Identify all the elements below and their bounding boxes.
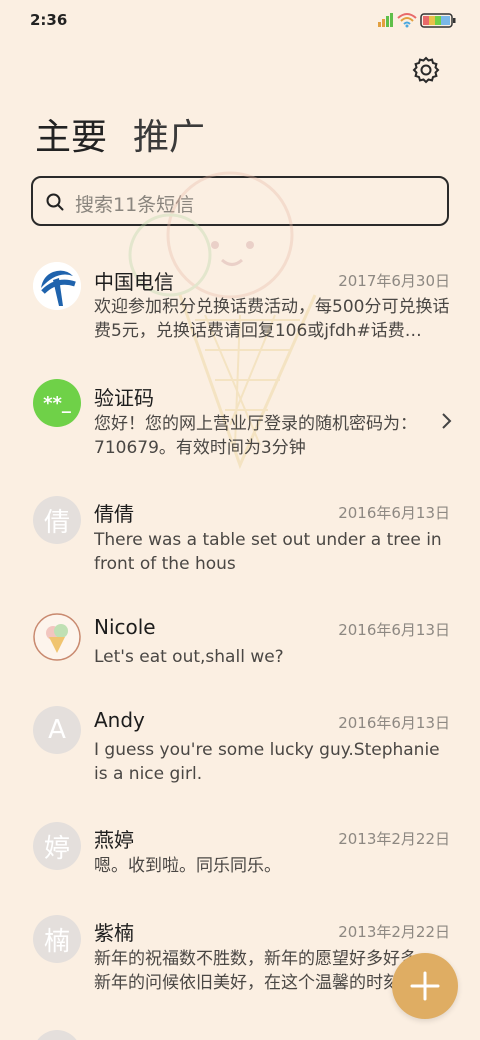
contact-name: 中国电信	[94, 270, 174, 294]
wifi-icon	[397, 13, 417, 28]
tab-primary[interactable]: 主要	[35, 108, 107, 160]
avatar: 婷	[33, 822, 81, 870]
message-date: 2016年6月13日	[338, 504, 450, 522]
contact-name: Andy	[94, 708, 145, 732]
battery-icon	[420, 13, 456, 28]
contact-name: Nicole	[94, 615, 156, 639]
message-date: 2013年2月22日	[338, 830, 450, 848]
message-preview: 嗯。收到啦。同乐同乐。	[94, 856, 281, 876]
list-item[interactable]: **_ 验证码 您好！您的网上营业厅登录的随机密码为：710679。有效时间为3…	[0, 377, 480, 487]
message-preview: 您好！您的网上营业厅登录的随机密码为：710679。有效时间为3分钟	[94, 414, 417, 458]
list-item[interactable]: 倩 倩倩 2016年6月13日 There was a table set ou…	[0, 494, 480, 604]
avatar: A	[33, 706, 81, 754]
message-preview: Let's eat out,shall we?	[94, 647, 284, 667]
avatar	[33, 1030, 81, 1040]
message-date: 2013年2月22日	[338, 923, 450, 941]
contact-name: 紫楠	[94, 921, 134, 945]
status-icons	[378, 13, 456, 28]
china-telecom-logo	[33, 262, 81, 310]
message-preview: There was a table set out under a tree i…	[94, 530, 442, 574]
contact-name: 燕婷	[94, 828, 134, 852]
list-item[interactable]	[0, 1028, 480, 1040]
status-time: 2:36	[30, 11, 68, 29]
status-bar: 2:36	[0, 0, 480, 42]
list-item[interactable]: 中国电信 2017年6月30日 欢迎参加积分兑换话费活动，每500分可兑换话费5…	[0, 260, 480, 370]
message-date: 2017年6月30日	[338, 272, 450, 290]
avatar: 倩	[33, 496, 81, 544]
gear-icon[interactable]	[412, 56, 440, 84]
message-date: 2016年6月13日	[338, 621, 450, 639]
contact-name: 倩倩	[94, 502, 134, 526]
ice-cream-avatar	[33, 613, 81, 661]
contact-name: 验证码	[94, 386, 154, 410]
plus-icon	[410, 971, 440, 1001]
chevron-right-icon[interactable]	[440, 412, 452, 430]
message-preview: I guess you're some lucky guy.Stephanie …	[94, 740, 440, 784]
list-item[interactable]: A Andy 2016年6月13日 I guess you're some lu…	[0, 704, 480, 814]
avatar: **_	[33, 379, 81, 427]
avatar: 楠	[33, 915, 81, 963]
search-icon	[46, 193, 64, 211]
signal-icon	[378, 13, 393, 27]
list-item[interactable]: Nicole 2016年6月13日 Let's eat out,shall we…	[0, 611, 480, 701]
message-date: 2016年6月13日	[338, 714, 450, 732]
compose-button[interactable]	[392, 953, 458, 1019]
message-preview: 欢迎参加积分兑换话费活动，每500分可兑换话费5元，兑换话费请回复106或jfd…	[94, 297, 450, 341]
list-item[interactable]: 婷 燕婷 2013年2月22日 嗯。收到啦。同乐同乐。	[0, 820, 480, 910]
